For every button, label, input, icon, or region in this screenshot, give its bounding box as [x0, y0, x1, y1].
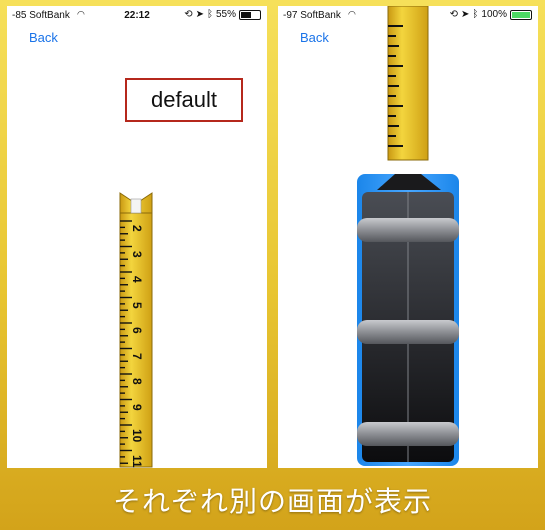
ruler-number: 10: [130, 429, 144, 443]
extended-tape[interactable]: [387, 6, 429, 162]
default-label-box: default: [125, 78, 243, 122]
location-icon: ➤: [195, 9, 204, 20]
right-screen: -97 SoftBank ◠ 0:59 ⟲ ➤ ᛒ 100% Back: [278, 6, 538, 468]
caption: それぞれ別の画面が表示: [112, 486, 432, 517]
ruler-number: 6: [130, 327, 144, 334]
ruler-number: 11: [130, 454, 144, 468]
tape-ruler[interactable]: 2 3 4 5 6 7 8 9 10 11: [118, 191, 154, 468]
location-icon: ➤: [461, 9, 470, 20]
battery-icon: [239, 9, 261, 20]
status-bar: -85 SoftBank ◠ 22:12 ⟲ ➤ ᛒ 55%: [7, 6, 267, 24]
ruler-number: 7: [130, 352, 144, 360]
back-button[interactable]: Back: [29, 30, 58, 45]
battery-percent: 100%: [481, 9, 507, 20]
bluetooth-icon: ᛒ: [206, 9, 213, 20]
ruler-number: 4: [130, 276, 144, 283]
tape-measure-body[interactable]: [357, 174, 459, 466]
left-screen: -85 SoftBank ◠ 22:12 ⟲ ➤ ᛒ 55% Back defa…: [7, 6, 267, 468]
default-label: default: [150, 87, 218, 112]
ruler-number: 9: [130, 403, 144, 411]
battery-percent: 55%: [215, 9, 236, 20]
ruler-number: 5: [130, 301, 144, 309]
rotation-lock-icon: ⟲: [449, 9, 459, 20]
battery-icon: [510, 9, 532, 20]
ruler-number: 3: [130, 250, 144, 258]
ruler-number: 2: [130, 225, 144, 232]
ruler-number: 8: [130, 378, 144, 385]
bluetooth-icon: ᛒ: [472, 9, 479, 20]
back-button[interactable]: Back: [300, 30, 329, 45]
rotation-lock-icon: ⟲: [184, 9, 193, 20]
